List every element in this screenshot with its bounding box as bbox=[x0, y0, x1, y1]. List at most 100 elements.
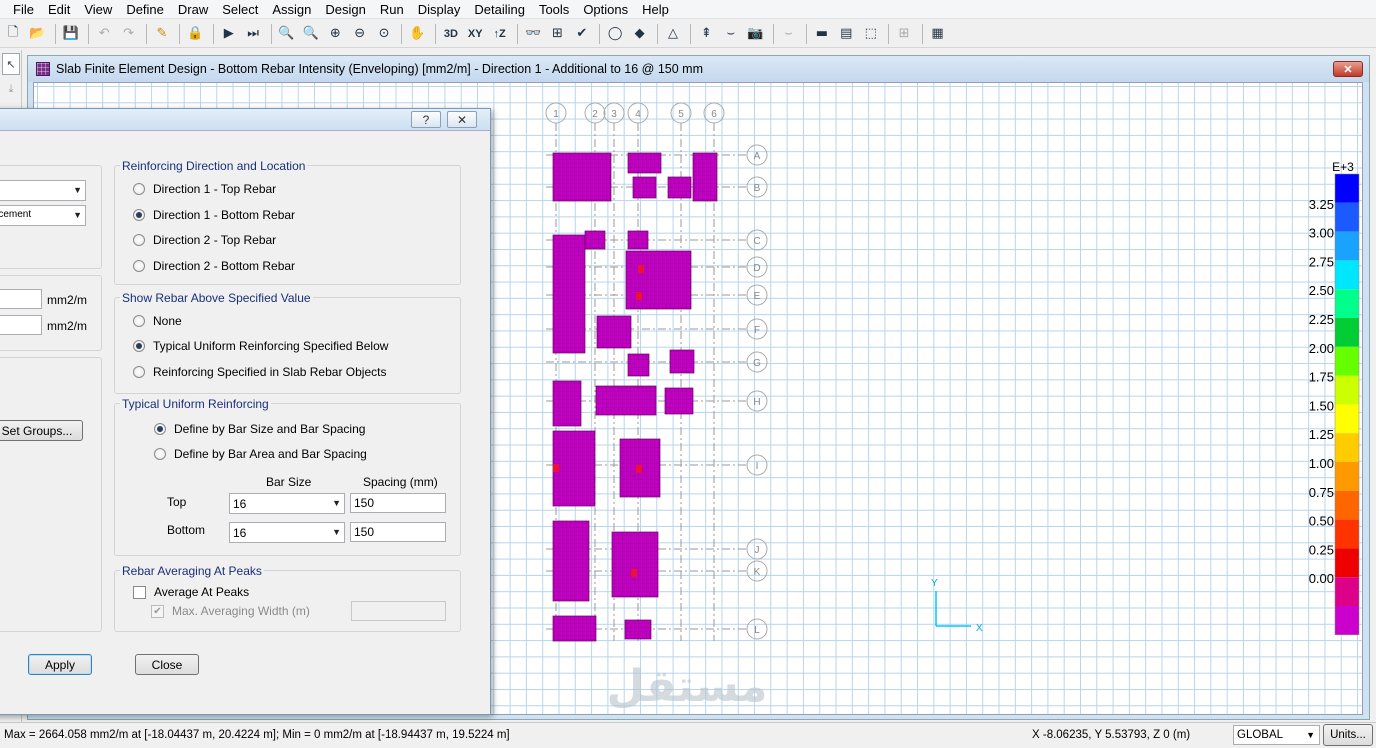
triangle-icon[interactable]: △ bbox=[662, 23, 684, 45]
open-folder-icon[interactable]: 📂 bbox=[26, 23, 48, 45]
radio-button[interactable] bbox=[154, 448, 166, 460]
average-at-peaks-checkbox[interactable]: Average At Peaks bbox=[133, 585, 249, 599]
legend-label: 1.50 bbox=[1309, 398, 1334, 413]
rebar-min-input[interactable] bbox=[0, 289, 42, 309]
close-button[interactable]: Close bbox=[135, 654, 199, 675]
undo-icon[interactable]: ↶ bbox=[93, 23, 115, 45]
view-xy-button[interactable]: XY bbox=[464, 23, 486, 45]
units-button[interactable]: Units... bbox=[1323, 724, 1373, 746]
top-bar-size-combo[interactable]: 16 ▼ bbox=[229, 493, 345, 514]
radio-button[interactable] bbox=[133, 340, 145, 353]
view-3d-button[interactable]: 3D bbox=[440, 23, 462, 45]
redo-icon[interactable]: ↷ bbox=[118, 23, 140, 45]
bottom-row-label: Bottom bbox=[167, 523, 206, 537]
legend-label: 2.00 bbox=[1309, 341, 1334, 356]
lock-icon[interactable]: 🔒 bbox=[184, 23, 206, 45]
pan-hand-icon[interactable]: ✋ bbox=[406, 23, 428, 45]
grid-label-row: G bbox=[753, 358, 761, 369]
menu-edit[interactable]: Edit bbox=[41, 0, 77, 19]
camera-icon[interactable]: 📷 bbox=[744, 23, 766, 45]
pointer-icon[interactable]: ↖ bbox=[2, 53, 20, 75]
options-icon[interactable]: ▤ bbox=[835, 23, 857, 45]
rubber-band-icon[interactable]: ◯ bbox=[604, 23, 626, 45]
zoom-out-icon[interactable]: ⊖ bbox=[349, 23, 371, 45]
radio-button[interactable] bbox=[133, 234, 145, 246]
elevation-icon[interactable]: ⇞ bbox=[695, 23, 717, 45]
toolbar-separator bbox=[805, 23, 807, 44]
deformed-shape-icon[interactable]: ⌣ bbox=[778, 23, 800, 45]
perspective-icon[interactable]: 👓 bbox=[522, 23, 544, 45]
display-type-combo[interactable]: rcement ▼ bbox=[0, 205, 86, 226]
view-z-button[interactable]: ↑Z bbox=[489, 23, 511, 45]
apply-button[interactable]: Apply bbox=[28, 654, 92, 675]
uniform-reinforcing-option[interactable]: Define by Bar Area and Bar Spacing bbox=[154, 447, 367, 461]
dialog-help-button[interactable]: ? bbox=[411, 111, 441, 128]
slab-panel bbox=[611, 531, 659, 598]
object-shrink-icon[interactable]: ⊞ bbox=[546, 23, 568, 45]
reinforcing-direction-option[interactable]: Direction 2 - Top Rebar bbox=[133, 233, 276, 247]
menu-tools[interactable]: Tools bbox=[532, 0, 576, 19]
eraser-icon[interactable]: ◆ bbox=[629, 23, 651, 45]
reinforcing-direction-option[interactable]: Direction 1 - Top Rebar bbox=[133, 182, 276, 196]
menu-run[interactable]: Run bbox=[373, 0, 411, 19]
design-type-combo[interactable]: ▼ bbox=[0, 180, 86, 201]
reinforcing-direction-option[interactable]: Direction 1 - Bottom Rebar bbox=[133, 208, 295, 222]
animate-icon[interactable]: ⏭ bbox=[242, 23, 264, 45]
max-averaging-width-label: Max. Averaging Width (m) bbox=[172, 604, 310, 618]
legend-swatch bbox=[1335, 375, 1359, 405]
grid-label-row: J bbox=[755, 545, 760, 556]
dialog-close-button[interactable]: ✕ bbox=[447, 111, 477, 128]
menu-detailing[interactable]: Detailing bbox=[467, 0, 532, 19]
menu-options[interactable]: Options bbox=[576, 0, 635, 19]
menu-select[interactable]: Select bbox=[215, 0, 265, 19]
show-rebar-option[interactable]: Reinforcing Specified in Slab Rebar Obje… bbox=[133, 365, 386, 379]
uniform-reinforcing-option-label: Define by Bar Area and Bar Spacing bbox=[174, 447, 367, 461]
reinforcing-direction-option-label: Direction 2 - Top Rebar bbox=[153, 233, 277, 247]
zoom-restore-icon[interactable]: 🔍 bbox=[300, 23, 322, 45]
grid-icon[interactable]: ⊞ bbox=[893, 23, 915, 45]
radio-button[interactable] bbox=[133, 208, 145, 221]
menu-bar: File Edit View Define Draw Select Assign Design… bbox=[0, 0, 1376, 19]
uniform-reinforcing-option[interactable]: Define by Bar Size and Bar Spacing bbox=[154, 422, 365, 436]
radio-button[interactable] bbox=[133, 365, 145, 378]
zoom-window-icon[interactable]: 🔍 bbox=[276, 23, 298, 45]
radio-button[interactable] bbox=[133, 183, 145, 195]
radio-button[interactable] bbox=[133, 259, 145, 272]
model-window-close-button[interactable]: ✕ bbox=[1333, 61, 1363, 77]
display-options-icon[interactable]: ▬ bbox=[811, 23, 833, 45]
rebar-max-input[interactable] bbox=[0, 315, 42, 335]
menu-assign[interactable]: Assign bbox=[265, 0, 318, 19]
run-icon[interactable]: ▶ bbox=[218, 23, 240, 45]
coordinate-system-combo[interactable]: GLOBAL ▼ bbox=[1233, 725, 1320, 745]
menu-view[interactable]: View bbox=[77, 0, 119, 19]
reinforcing-direction-option[interactable]: Direction 2 - Bottom Rebar bbox=[133, 259, 295, 273]
top-spacing-input[interactable]: 150 bbox=[350, 493, 446, 513]
section-cut-icon[interactable]: ⌣ bbox=[720, 23, 742, 45]
table-icon[interactable]: ▦ bbox=[927, 23, 949, 45]
radio-button[interactable] bbox=[133, 315, 145, 327]
menu-file[interactable]: File bbox=[6, 0, 41, 19]
show-rebar-option[interactable]: None bbox=[133, 314, 182, 328]
legend-label: 3.00 bbox=[1309, 226, 1334, 241]
radio-button[interactable] bbox=[154, 423, 166, 435]
zoom-in-icon[interactable]: ⊕ bbox=[324, 23, 346, 45]
new-file-icon[interactable]: 🗋 bbox=[2, 23, 24, 45]
select-icon[interactable]: ⬚ bbox=[860, 23, 882, 45]
bottom-spacing-input[interactable]: 150 bbox=[350, 522, 446, 542]
pin-icon[interactable]: ⤓ bbox=[2, 78, 20, 100]
menu-help[interactable]: Help bbox=[635, 0, 676, 19]
pencil-icon[interactable]: ✎ bbox=[151, 23, 173, 45]
slab-panel bbox=[552, 430, 596, 507]
save-icon[interactable]: 💾 bbox=[60, 23, 82, 45]
checkmark-icon[interactable]: ✔ bbox=[571, 23, 593, 45]
show-rebar-option[interactable]: Typical Uniform Reinforcing Specified Be… bbox=[133, 339, 388, 353]
set-groups-button[interactable]: Set Groups... bbox=[0, 420, 83, 441]
checkbox-box[interactable] bbox=[133, 585, 146, 599]
menu-display[interactable]: Display bbox=[411, 0, 468, 19]
menu-draw[interactable]: Draw bbox=[171, 0, 215, 19]
menu-design[interactable]: Design bbox=[318, 0, 372, 19]
zoom-previous-icon[interactable]: ⊙ bbox=[373, 23, 395, 45]
bottom-bar-size-combo[interactable]: 16 ▼ bbox=[229, 522, 345, 543]
menu-define[interactable]: Define bbox=[119, 0, 171, 19]
uniform-reinforcing-option-label: Define by Bar Size and Bar Spacing bbox=[174, 422, 366, 436]
